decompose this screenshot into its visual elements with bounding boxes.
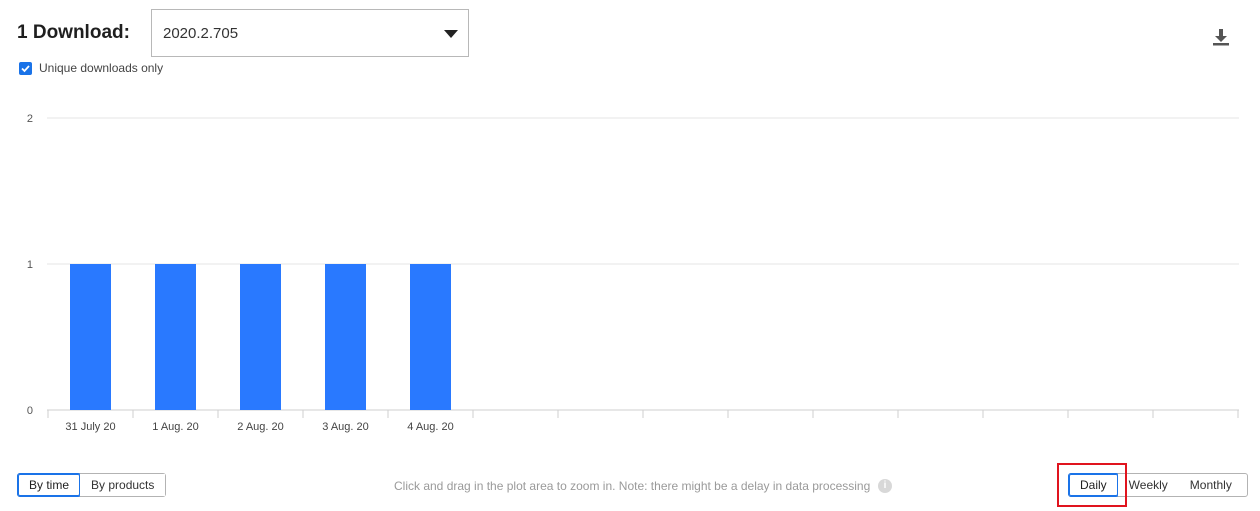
- bar[interactable]: [410, 264, 451, 410]
- y-tick-label: 1: [27, 259, 33, 271]
- by-products-button[interactable]: By products: [80, 474, 166, 496]
- unique-downloads-checkbox[interactable]: Unique downloads only: [19, 61, 163, 75]
- x-tick-label: 3 Aug. 20: [322, 421, 369, 433]
- view-toggle: By time By products: [17, 473, 167, 497]
- x-tick-label: 2 Aug. 20: [237, 421, 284, 433]
- version-dropdown[interactable]: 2020.2.705: [151, 9, 469, 57]
- zoom-hint: Click and drag in the plot area to zoom …: [394, 479, 871, 493]
- version-dropdown-value: 2020.2.705: [163, 25, 239, 42]
- page-title: 1 Download:: [17, 22, 130, 43]
- downloads-chart[interactable]: 0 1 2 31 July 20 1 Aug. 20 2 Aug. 20 3 Aug. 20…: [0, 100, 1260, 440]
- download-icon[interactable]: [1210, 26, 1232, 48]
- caret-down-icon: [444, 30, 458, 38]
- bar[interactable]: [325, 264, 366, 410]
- x-tick-label: 31 July 20: [65, 421, 115, 433]
- by-time-button[interactable]: By time: [17, 473, 82, 497]
- y-tick-label: 0: [27, 405, 33, 417]
- x-tick-label: 1 Aug. 20: [152, 421, 199, 433]
- checkbox-checked-icon[interactable]: [19, 61, 32, 75]
- highlight-box: [1057, 463, 1127, 507]
- monthly-button[interactable]: Monthly: [1178, 474, 1243, 496]
- bar[interactable]: [155, 264, 196, 410]
- info-icon[interactable]: i: [878, 479, 892, 493]
- bar[interactable]: [240, 264, 281, 410]
- y-tick-label: 2: [27, 113, 33, 125]
- x-tick-label: 4 Aug. 20: [407, 421, 454, 433]
- bar[interactable]: [70, 264, 111, 410]
- unique-downloads-label: Unique downloads only: [39, 61, 164, 75]
